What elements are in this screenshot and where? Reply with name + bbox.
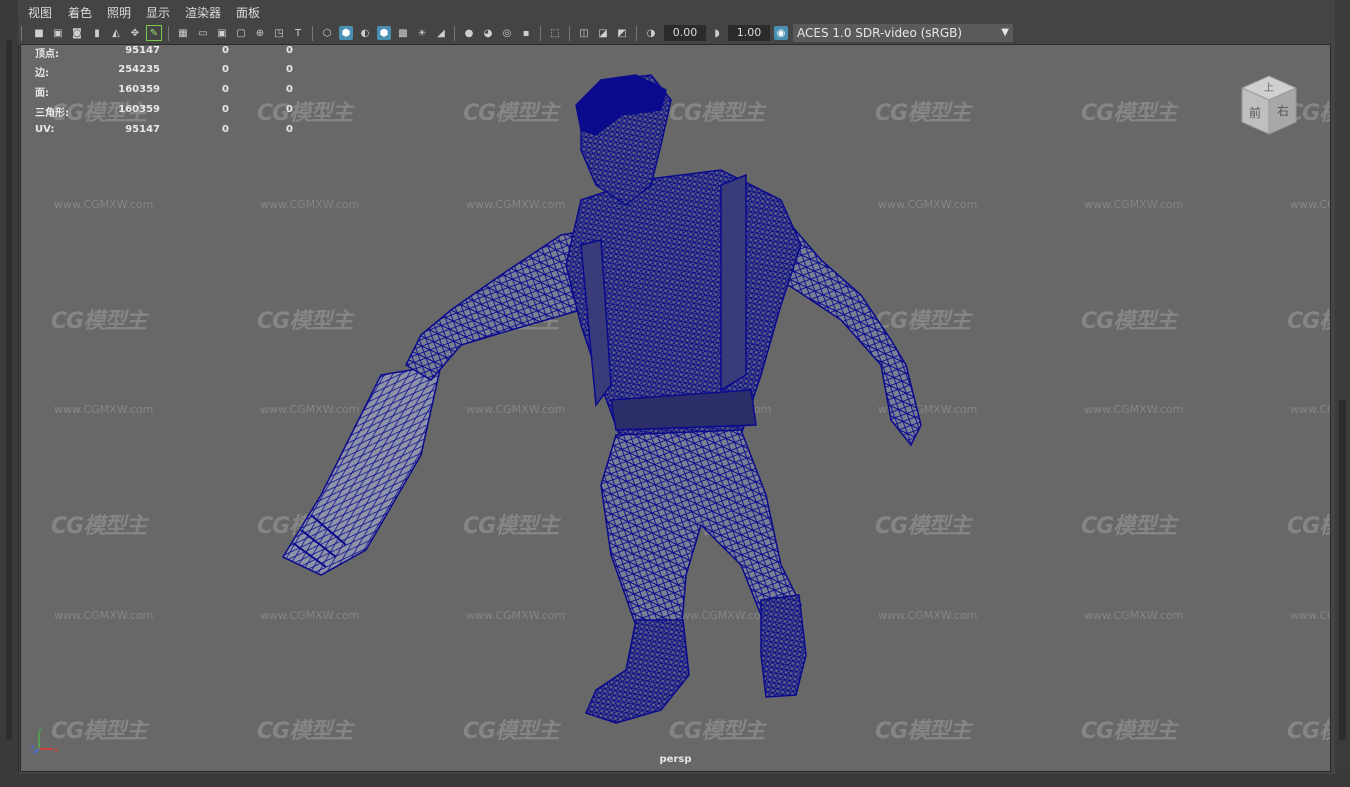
menu-shading[interactable]: 着色 — [68, 4, 92, 21]
isolate-select-icon[interactable]: ⬚ — [548, 26, 562, 40]
view-transform-value: ACES 1.0 SDR-video (sRGB) — [797, 26, 963, 40]
menu-show[interactable]: 显示 — [146, 4, 170, 21]
grease-pencil-icon[interactable]: ✎ — [146, 25, 162, 41]
view-cube-top-label: 上 — [1264, 82, 1274, 94]
toolbar-separator — [540, 26, 541, 41]
axis-gizmo: y x z — [31, 727, 58, 754]
smooth-shade-icon[interactable]: ⬢ — [339, 26, 353, 40]
use-all-lights-icon[interactable]: ☀ — [415, 26, 429, 40]
2d-pan-zoom-icon[interactable]: ✥ — [128, 26, 142, 40]
multisample-aa-icon[interactable]: ◎ — [500, 26, 514, 40]
menu-renderer[interactable]: 渲染器 — [185, 4, 221, 21]
camera-select-icon[interactable]: ■ — [32, 26, 46, 40]
xray-icon[interactable]: ◫ — [577, 26, 591, 40]
panel-toolbar: ■ ▣ ◙ ▮ ◭ ✥ ✎ ▦ ▭ ▣ ▢ ⊕ ◳ T ⬡ ⬢ ◐ ⬢ ▩ ☀ … — [18, 23, 1335, 45]
bookmark-icon[interactable]: ▮ — [90, 26, 104, 40]
xray-components-icon[interactable]: ◩ — [615, 26, 629, 40]
left-scrollbar[interactable] — [6, 40, 12, 740]
camera-name-label: persp — [659, 754, 692, 765]
motion-blur-icon[interactable]: ◕ — [481, 26, 495, 40]
gate-mask-icon[interactable]: ▢ — [234, 26, 248, 40]
menu-panels[interactable]: 面板 — [236, 4, 260, 21]
right-boot-mesh — [760, 594, 807, 698]
toolbar-separator — [21, 26, 22, 41]
toolbar-separator — [454, 26, 455, 41]
bookmark-camera-icon[interactable]: ◙ — [70, 26, 84, 40]
persp-viewport[interactable]: CG模型主CG模型主CG模型主CG模型主CG模型主CG模型主CG模型主CG模型主… — [21, 45, 1330, 771]
left-boot-mesh — [584, 619, 690, 724]
x-axis-label: x — [54, 746, 58, 754]
exposure-field[interactable]: 0.00 — [664, 25, 706, 41]
view-cube-right-label: 右 — [1277, 103, 1289, 118]
gun-mesh — [281, 364, 442, 576]
character-wireframe-model[interactable] — [21, 45, 1330, 771]
panel-menu-bar: 视图 着色 照明 显示 渲染器 面板 — [18, 0, 1335, 22]
gamma-field[interactable]: 1.00 — [728, 25, 770, 41]
field-chart-icon[interactable]: ⊕ — [253, 26, 267, 40]
chevron-down-icon: ▼ — [1001, 27, 1009, 38]
view-cube-front-label: 前 — [1249, 105, 1261, 120]
exposure-icon[interactable]: ◑ — [644, 26, 658, 40]
gamma-icon[interactable]: ◗ — [710, 26, 724, 40]
safe-action-icon[interactable]: ◳ — [272, 26, 286, 40]
grid-icon[interactable]: ▦ — [176, 26, 190, 40]
time-slider-strip[interactable] — [0, 774, 1350, 787]
z-axis-label: z — [31, 743, 35, 751]
film-gate-icon[interactable]: ▭ — [196, 26, 210, 40]
left-panel-strip — [0, 0, 19, 787]
default-material-icon[interactable]: ◐ — [358, 26, 372, 40]
wireframe-on-shaded-icon[interactable]: ⬢ — [377, 26, 391, 40]
z-axis-line — [33, 748, 40, 754]
wireframe-icon[interactable]: ⬡ — [320, 26, 334, 40]
camera-attributes-icon[interactable]: ▣ — [51, 26, 65, 40]
color-management-icon[interactable]: ◉ — [774, 26, 788, 40]
safe-title-icon[interactable]: T — [291, 26, 305, 40]
right-panel-strip — [1335, 0, 1350, 787]
view-cube[interactable]: 上 前 右 — [1234, 70, 1304, 140]
y-axis-label: y — [38, 727, 42, 734]
screen-space-ao-icon[interactable]: ● — [462, 26, 476, 40]
xray-joints-icon[interactable]: ◪ — [596, 26, 610, 40]
menu-view[interactable]: 视图 — [28, 4, 52, 21]
resolution-gate-icon[interactable]: ▣ — [215, 26, 229, 40]
view-transform-select[interactable]: ACES 1.0 SDR-video (sRGB) ▼ — [793, 24, 1013, 42]
depth-of-field-icon[interactable]: ▪ — [519, 26, 533, 40]
menu-lighting[interactable]: 照明 — [107, 4, 131, 21]
textured-icon[interactable]: ▩ — [396, 26, 410, 40]
right-scrollbar[interactable] — [1339, 400, 1346, 740]
toolbar-separator — [636, 26, 637, 41]
toolbar-separator — [569, 26, 570, 41]
toolbar-separator — [168, 26, 169, 41]
image-plane-icon[interactable]: ◭ — [109, 26, 123, 40]
toolbar-separator — [312, 26, 313, 41]
shadows-icon[interactable]: ◢ — [434, 26, 448, 40]
